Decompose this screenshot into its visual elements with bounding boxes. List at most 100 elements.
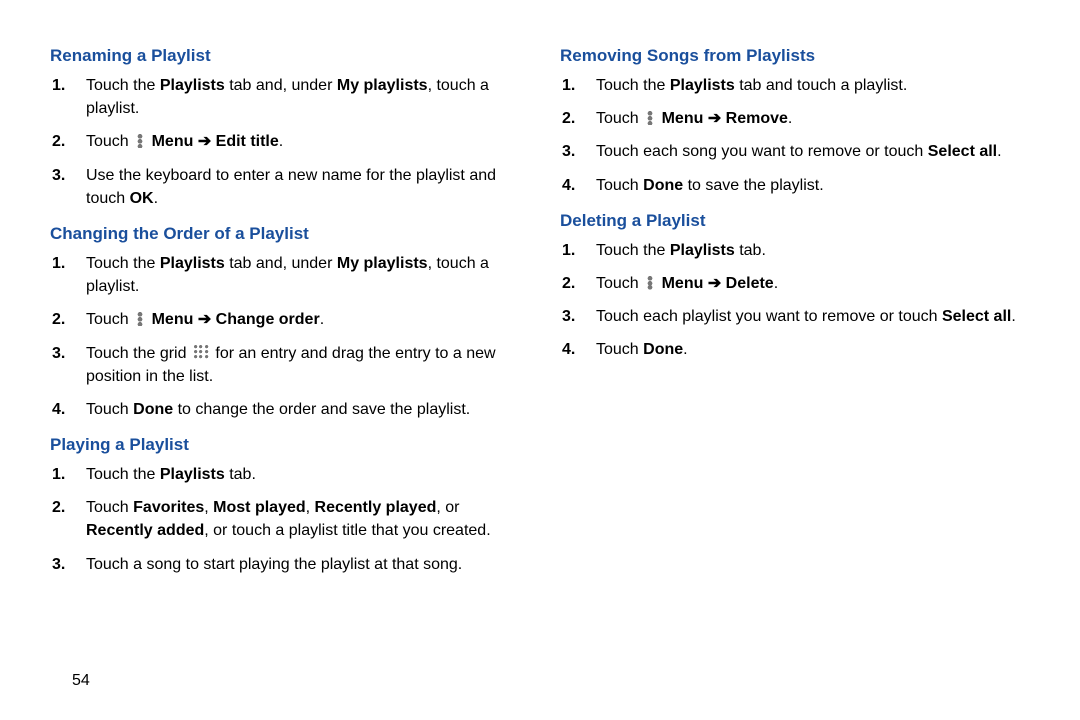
text: Touch — [86, 499, 133, 516]
column-left: Renaming a Playlist Touch the Playlists … — [50, 40, 520, 590]
text: tab. — [225, 466, 256, 483]
text: Touch — [86, 133, 133, 150]
text-bold: Remove — [721, 110, 788, 127]
menu-icon — [645, 111, 655, 125]
text: , or touch a playlist title that you cre… — [204, 522, 490, 539]
text-bold: Delete — [721, 275, 773, 292]
list-item: Use the keyboard to enter a new name for… — [78, 164, 520, 210]
text-bold: Recently played — [315, 499, 437, 516]
text: Touch a song to start playing the playli… — [86, 556, 462, 573]
list-item: Touch Favorites, Most played, Recently p… — [78, 496, 520, 542]
text-bold: OK — [130, 190, 154, 207]
text: Touch the — [86, 255, 160, 272]
list-item: Touch Done to save the playlist. — [588, 174, 1030, 197]
manual-page: Renaming a Playlist Touch the Playlists … — [0, 0, 1080, 590]
grid-icon — [193, 344, 209, 360]
text-bold: Menu — [662, 110, 708, 127]
text-bold: Menu — [662, 275, 708, 292]
list-renaming: Touch the Playlists tab and, under My pl… — [50, 74, 520, 210]
list-item: Touch the Playlists tab and, under My pl… — [78, 74, 520, 120]
text: Touch the — [86, 77, 160, 94]
list-item: Touch the Playlists tab and, under My pl… — [78, 252, 520, 298]
text: Touch — [86, 311, 133, 328]
list-item: Touch Done. — [588, 338, 1030, 361]
text: . — [154, 190, 158, 207]
text: to change the order and save the playlis… — [173, 401, 470, 418]
list-item: Touch Menu ➔ Delete. — [588, 272, 1030, 295]
text-bold: Playlists — [160, 255, 225, 272]
heading-renaming: Renaming a Playlist — [50, 46, 520, 66]
text: to save the playlist. — [683, 177, 824, 194]
text-bold: Done — [133, 401, 173, 418]
menu-icon — [135, 312, 145, 326]
text: tab. — [735, 242, 766, 259]
list-playing: Touch the Playlists tab. Touch Favorites… — [50, 463, 520, 576]
text-bold: Menu — [152, 311, 198, 328]
text: Touch — [596, 275, 643, 292]
text: Touch — [86, 401, 133, 418]
text-bold: Playlists — [160, 466, 225, 483]
text: Touch the — [596, 242, 670, 259]
text-bold: My playlists — [337, 255, 428, 272]
text: Touch — [596, 110, 643, 127]
text: Touch the — [86, 466, 160, 483]
heading-playing: Playing a Playlist — [50, 435, 520, 455]
text: , or — [436, 499, 459, 516]
text-bold: My playlists — [337, 77, 428, 94]
column-right: Removing Songs from Playlists Touch the … — [560, 40, 1030, 590]
list-item: Touch Done to change the order and save … — [78, 398, 520, 421]
text: tab and touch a playlist. — [735, 77, 908, 94]
text: tab and, under — [225, 255, 337, 272]
list-item: Touch a song to start playing the playli… — [78, 553, 520, 576]
text-bold: Change order — [211, 311, 319, 328]
text-bold: Recently added — [86, 522, 204, 539]
list-item: Touch Menu ➔ Edit title. — [78, 130, 520, 153]
menu-icon — [645, 276, 655, 290]
list-item: Touch Menu ➔ Change order. — [78, 308, 520, 331]
heading-removing: Removing Songs from Playlists — [560, 46, 1030, 66]
text: tab and, under — [225, 77, 337, 94]
list-change-order: Touch the Playlists tab and, under My pl… — [50, 252, 520, 421]
text-bold: Playlists — [160, 77, 225, 94]
arrow-icon: ➔ — [198, 133, 211, 150]
text: Touch the — [596, 77, 670, 94]
list-item: Touch the Playlists tab. — [78, 463, 520, 486]
text-bold: Menu — [152, 133, 198, 150]
text-bold: Edit title — [211, 133, 279, 150]
list-item: Touch the Playlists tab and touch a play… — [588, 74, 1030, 97]
text-bold: Playlists — [670, 242, 735, 259]
text: Touch — [596, 177, 643, 194]
text: Touch each playlist you want to remove o… — [596, 308, 942, 325]
text: . — [774, 275, 778, 292]
arrow-icon: ➔ — [708, 275, 721, 292]
text-bold: Done — [643, 177, 683, 194]
list-item: Touch Menu ➔ Remove. — [588, 107, 1030, 130]
list-item: Touch the Playlists tab. — [588, 239, 1030, 262]
text-bold: Favorites — [133, 499, 204, 516]
list-deleting: Touch the Playlists tab. Touch Menu ➔ De… — [560, 239, 1030, 362]
heading-change-order: Changing the Order of a Playlist — [50, 224, 520, 244]
text-bold: Playlists — [670, 77, 735, 94]
list-item: Touch each song you want to remove or to… — [588, 140, 1030, 163]
page-number: 54 — [72, 672, 90, 690]
menu-icon — [135, 134, 145, 148]
text: . — [320, 311, 324, 328]
text: , — [204, 499, 213, 516]
list-item: Touch each playlist you want to remove o… — [588, 305, 1030, 328]
text: Touch each song you want to remove or to… — [596, 143, 928, 160]
arrow-icon: ➔ — [198, 311, 211, 328]
text: Touch the grid — [86, 345, 191, 362]
text: Touch — [596, 341, 643, 358]
list-item: Touch the grid for an entry and drag the… — [78, 342, 520, 388]
text: . — [997, 143, 1001, 160]
text: . — [683, 341, 687, 358]
text: , — [306, 499, 315, 516]
text: . — [788, 110, 792, 127]
text: . — [1011, 308, 1015, 325]
list-removing: Touch the Playlists tab and touch a play… — [560, 74, 1030, 197]
text-bold: Select all — [942, 308, 1011, 325]
text-bold: Most played — [213, 499, 305, 516]
text-bold: Done — [643, 341, 683, 358]
arrow-icon: ➔ — [708, 110, 721, 127]
heading-deleting: Deleting a Playlist — [560, 211, 1030, 231]
